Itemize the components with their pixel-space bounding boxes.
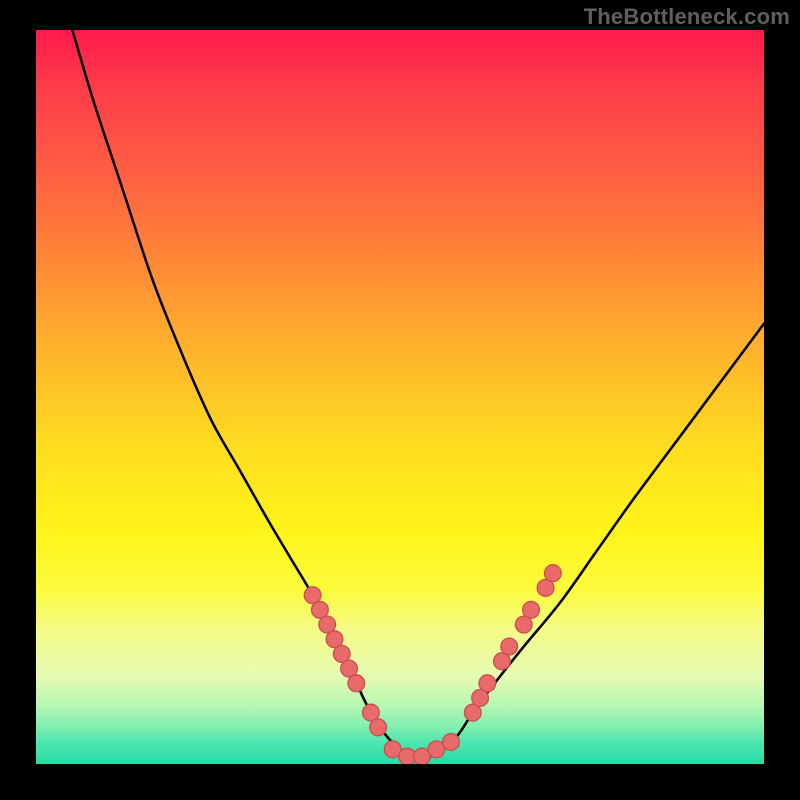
gradient-background bbox=[36, 30, 764, 764]
chart-frame: TheBottleneck.com bbox=[0, 0, 800, 800]
plot-area bbox=[36, 30, 764, 764]
watermark-text: TheBottleneck.com bbox=[584, 4, 790, 30]
